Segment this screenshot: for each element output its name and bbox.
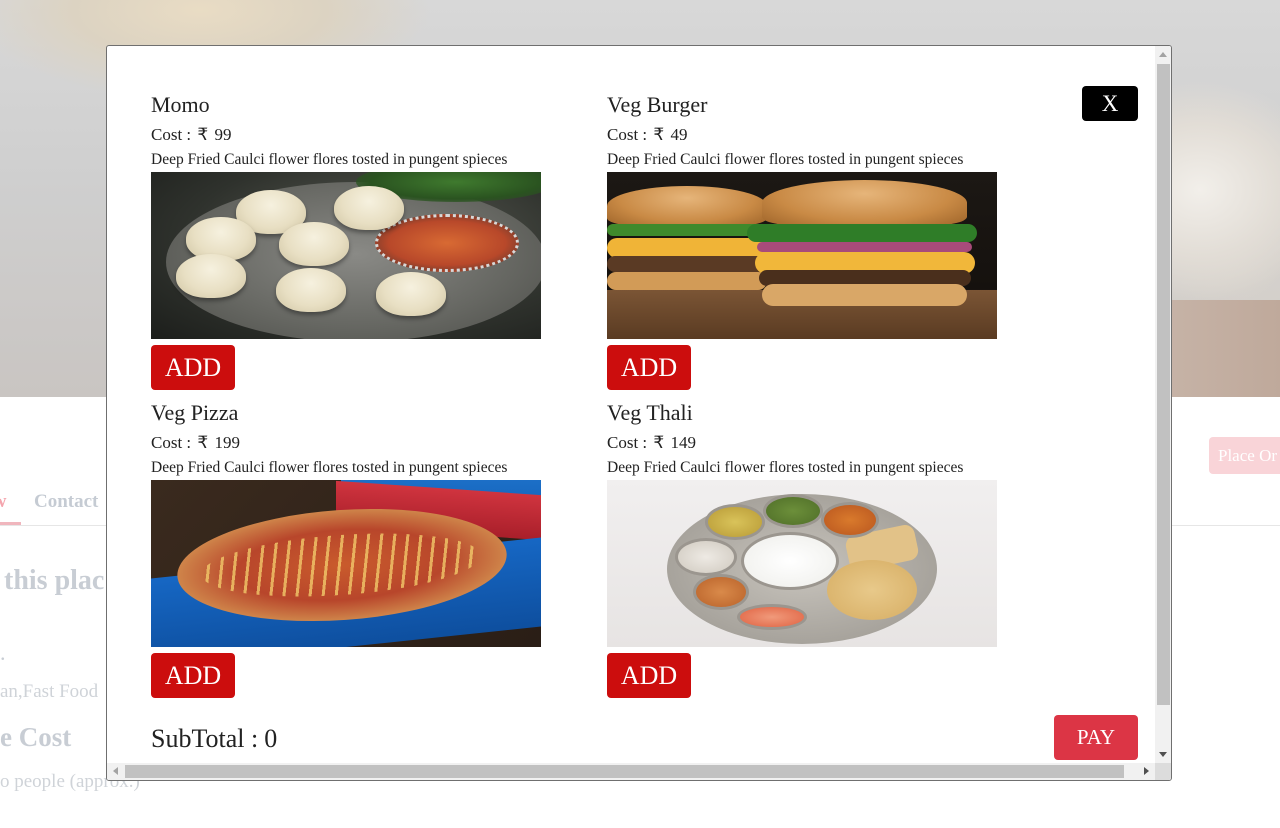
scrollbar-corner bbox=[1155, 763, 1171, 780]
about-heading: this plac bbox=[4, 565, 105, 596]
menu-item-veg-pizza: Veg Pizza Cost : ₹ 199 Deep Fried Caulci… bbox=[151, 398, 571, 698]
pay-button[interactable]: PAY bbox=[1054, 715, 1138, 760]
momo-image bbox=[151, 172, 541, 339]
vertical-scroll-thumb[interactable] bbox=[1157, 64, 1170, 705]
menu-item-momo: Momo Cost : ₹ 99 Deep Fried Caulci flowe… bbox=[151, 90, 571, 390]
add-button[interactable]: ADD bbox=[151, 653, 235, 698]
scroll-right-icon[interactable] bbox=[1144, 767, 1149, 775]
subtotal: SubTotal :0 bbox=[151, 724, 278, 753]
scroll-down-icon[interactable] bbox=[1159, 752, 1167, 757]
item-description: Deep Fried Caulci flower flores tosted i… bbox=[151, 459, 508, 476]
item-name: Veg Thali bbox=[607, 400, 693, 425]
horizontal-scrollbar[interactable] bbox=[107, 763, 1155, 780]
order-modal: X Momo Cost : ₹ 99 Deep Fried Caulci flo… bbox=[106, 45, 1172, 781]
burger-image bbox=[607, 172, 997, 339]
add-button[interactable]: ADD bbox=[607, 653, 691, 698]
modal-content: X Momo Cost : ₹ 99 Deep Fried Caulci flo… bbox=[107, 46, 1155, 763]
horizontal-scroll-thumb[interactable] bbox=[125, 765, 1124, 778]
add-button[interactable]: ADD bbox=[607, 345, 691, 390]
tab-contact[interactable]: Contact bbox=[34, 491, 98, 513]
item-name: Momo bbox=[151, 92, 210, 117]
tab-overview[interactable]: w bbox=[0, 485, 21, 525]
item-cost: Cost : ₹ 49 bbox=[607, 125, 688, 144]
average-cost-heading: e Cost bbox=[0, 722, 72, 752]
item-description: Deep Fried Caulci flower flores tosted i… bbox=[607, 151, 964, 168]
vertical-scrollbar[interactable] bbox=[1155, 46, 1171, 763]
cuisine-text: an,Fast Food bbox=[0, 681, 99, 702]
item-cost: Cost : ₹ 199 bbox=[151, 433, 240, 452]
pizza-image bbox=[151, 480, 541, 647]
menu-item-veg-burger: Veg Burger Cost : ₹ 49 Deep Fried Caulci… bbox=[607, 90, 1027, 390]
menu-item-veg-thali: Veg Thali Cost : ₹ 149 Deep Fried Caulci… bbox=[607, 398, 1027, 698]
cuisine-heading-fragment: . bbox=[0, 640, 6, 665]
item-description: Deep Fried Caulci flower flores tosted i… bbox=[151, 151, 508, 168]
thali-image bbox=[607, 480, 997, 647]
subtotal-value: 0 bbox=[264, 724, 278, 753]
item-name: Veg Burger bbox=[607, 92, 708, 117]
item-description: Deep Fried Caulci flower flores tosted i… bbox=[607, 459, 964, 476]
place-order-button[interactable]: Place Or bbox=[1209, 437, 1280, 474]
item-cost: Cost : ₹ 149 bbox=[607, 433, 696, 452]
scroll-left-icon[interactable] bbox=[113, 767, 118, 775]
close-button[interactable]: X bbox=[1082, 86, 1138, 121]
scroll-up-icon[interactable] bbox=[1159, 52, 1167, 57]
add-button[interactable]: ADD bbox=[151, 345, 235, 390]
item-name: Veg Pizza bbox=[151, 400, 239, 425]
item-cost: Cost : ₹ 99 bbox=[151, 125, 232, 144]
